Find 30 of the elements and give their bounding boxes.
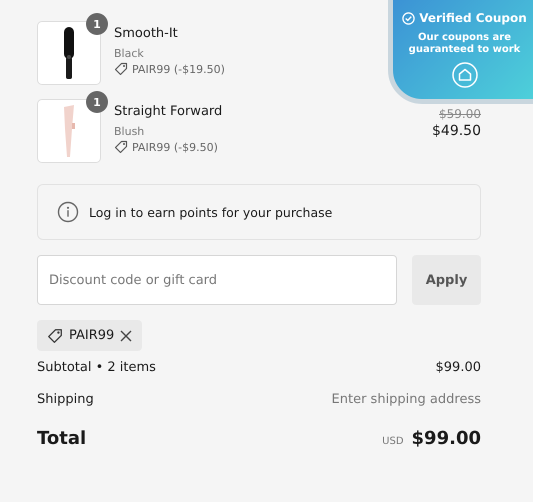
- badge-title: Verified Coupon: [419, 11, 527, 25]
- summary-value: Enter shipping address: [332, 392, 481, 406]
- info-icon: [57, 201, 79, 223]
- tag-icon: [114, 62, 128, 76]
- quantity-badge: 1: [86, 13, 108, 35]
- applied-code: PAIR99: [69, 328, 114, 343]
- product-name: Smooth-It: [114, 25, 178, 43]
- verified-check-icon: [402, 12, 416, 24]
- product-name: Straight Forward: [114, 103, 222, 121]
- total-amount: $99.00: [412, 428, 481, 449]
- tag-icon: [47, 328, 63, 344]
- original-price: $59.00: [439, 107, 481, 121]
- product-variant: Blush: [114, 124, 144, 140]
- discount-text: PAIR99 (-$9.50): [132, 140, 218, 154]
- quantity-badge: 1: [86, 91, 108, 113]
- discount-code-field[interactable]: Discount code or gift card: [37, 255, 397, 305]
- product-variant: Black: [114, 46, 144, 62]
- price: $49.50: [432, 123, 481, 139]
- total-label: Total: [37, 428, 86, 449]
- summary-value: $99.00: [436, 360, 481, 374]
- summary-label: Subtotal • 2 items: [37, 360, 156, 374]
- info-text: Log in to earn points for your purchase: [89, 204, 332, 220]
- summary-label: Shipping: [37, 392, 94, 406]
- close-icon[interactable]: [120, 330, 132, 342]
- tag-icon: [114, 140, 128, 154]
- badge-text: Our coupons are guaranteed to work: [408, 32, 522, 56]
- discount-text: PAIR99 (-$19.50): [132, 62, 225, 76]
- currency-code: USD: [382, 436, 404, 447]
- apply-button[interactable]: Apply: [412, 255, 481, 305]
- house-icon: [452, 62, 478, 88]
